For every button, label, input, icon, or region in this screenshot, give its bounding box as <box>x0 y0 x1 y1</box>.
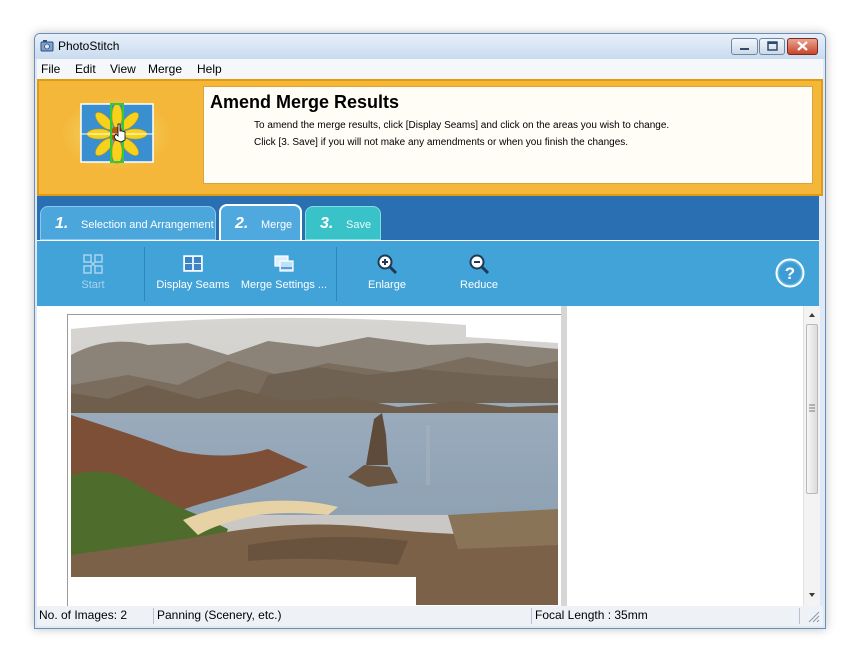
instruction-banner: Amend Merge Results To amend the merge r… <box>37 79 823 196</box>
frame-shadow <box>561 306 567 606</box>
photo-frame <box>67 314 567 616</box>
status-bar: No. of Images: 2 Panning (Scenery, etc.)… <box>37 606 823 626</box>
menu-help[interactable]: Help <box>197 62 222 76</box>
instruction-panel: Amend Merge Results To amend the merge r… <box>203 86 813 184</box>
instruction-line-2: Click [3. Save] if you will not make any… <box>254 137 629 148</box>
toolbar-separator <box>336 247 337 301</box>
maximize-button[interactable] <box>759 38 785 55</box>
close-button[interactable] <box>787 38 818 55</box>
tab-number: 2. <box>235 215 249 232</box>
instruction-line-1: To amend the merge results, click [Displ… <box>254 120 670 131</box>
svg-text:?: ? <box>785 264 795 283</box>
close-icon <box>797 41 808 51</box>
step-tabs: 1. Selection and Arrangement 2. Merge 3.… <box>37 196 819 240</box>
scroll-up-arrow-icon[interactable] <box>804 308 820 322</box>
merge-preview-area[interactable] <box>37 306 803 616</box>
display-seams-label: Display Seams <box>156 279 230 291</box>
start-label: Start <box>81 279 105 291</box>
tab-label: Selection and Arrangement <box>81 219 214 231</box>
tab-label: Save <box>346 219 372 231</box>
merge-step-illustration <box>61 98 171 170</box>
start-icon <box>83 254 103 274</box>
zoom-out-icon <box>469 254 490 275</box>
help-icon[interactable]: ? <box>775 258 805 288</box>
menu-bar: File Edit View Merge Help <box>37 59 823 79</box>
resize-grip-icon[interactable] <box>807 610 820 623</box>
maximize-icon <box>767 41 778 51</box>
vertical-scrollbar[interactable] <box>803 306 820 606</box>
scroll-down-arrow-icon[interactable] <box>804 588 820 602</box>
start-button[interactable]: Start <box>73 253 113 291</box>
merge-toolbar: Start Display Seams Merge Settings ... E… <box>37 240 819 307</box>
tab-number: 1. <box>55 215 69 232</box>
tab-merge[interactable]: 2. Merge <box>219 204 302 240</box>
menu-file[interactable]: File <box>41 62 60 76</box>
merge-settings-icon <box>274 255 294 272</box>
scrollbar-thumb[interactable] <box>806 324 818 494</box>
merge-settings-label: Merge Settings ... <box>240 279 328 291</box>
photostitch-window: PhotoStitch File Edit View Merge Help Am… <box>34 33 826 629</box>
merge-settings-button[interactable]: Merge Settings ... <box>239 253 329 291</box>
title-bar[interactable]: PhotoStitch <box>35 34 825 59</box>
enlarge-button[interactable]: Enlarge <box>359 253 415 291</box>
app-icon <box>40 40 54 52</box>
minimize-icon <box>740 48 749 50</box>
enlarge-label: Enlarge <box>368 279 406 291</box>
status-focal-length: Focal Length : 35mm <box>535 608 800 624</box>
display-seams-button[interactable]: Display Seams <box>155 253 231 291</box>
menu-edit[interactable]: Edit <box>75 62 96 76</box>
tab-label: Merge <box>261 219 293 231</box>
tab-save[interactable]: 3. Save <box>305 206 381 240</box>
menu-view[interactable]: View <box>110 62 136 76</box>
zoom-in-icon <box>377 254 398 275</box>
display-seams-icon <box>183 255 203 272</box>
status-image-count: No. of Images: 2 <box>39 608 154 624</box>
minimize-button[interactable] <box>731 38 758 55</box>
menu-merge[interactable]: Merge <box>148 62 182 76</box>
page-title: Amend Merge Results <box>210 92 400 112</box>
tab-number: 3. <box>320 215 334 232</box>
toolbar-separator <box>144 247 145 301</box>
merged-panorama-image[interactable] <box>68 315 566 615</box>
window-title: PhotoStitch <box>58 39 120 53</box>
scroll-grip-icon <box>809 404 815 412</box>
reduce-label: Reduce <box>460 279 498 291</box>
tab-selection-and-arrangement[interactable]: 1. Selection and Arrangement <box>40 206 216 240</box>
reduce-button[interactable]: Reduce <box>451 253 507 291</box>
status-merge-mode: Panning (Scenery, etc.) <box>157 608 532 624</box>
